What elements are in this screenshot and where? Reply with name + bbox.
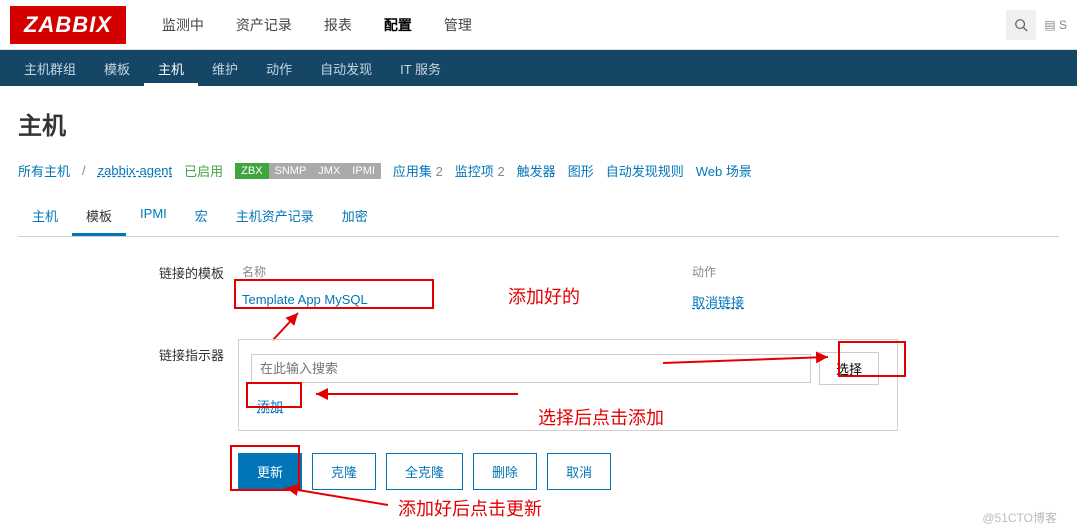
linked-templates-content: 名称 动作 Template App MySQL 取消链接 添加好的	[238, 257, 1059, 317]
share-icon[interactable]: ▤ S	[1044, 18, 1067, 32]
full-clone-button[interactable]: 全克隆	[386, 453, 463, 490]
breadcrumb: 所有主机 / zabbix-agent 已启用 ZBXSNMPJMXIPMI 应…	[18, 161, 1059, 180]
bc-graphs[interactable]: 图形	[568, 161, 594, 180]
linked-templates-table: 名称 动作 Template App MySQL 取消链接	[238, 257, 798, 317]
bc-discovery-rules[interactable]: 自动发现规则	[606, 161, 684, 180]
bc-all-hosts[interactable]: 所有主机	[18, 161, 70, 180]
subnav-actions[interactable]: 动作	[252, 51, 306, 86]
zabbix-logo[interactable]: ZABBIX	[10, 6, 126, 44]
bc-apps-count: 2	[436, 164, 443, 179]
nav-configuration[interactable]: 配置	[368, 1, 428, 49]
link-indicator-label: 链接指示器	[118, 339, 238, 364]
main-nav: 监测中 资产记录 报表 配置 管理	[146, 1, 488, 49]
tab-encryption[interactable]: 加密	[328, 198, 382, 236]
linked-table-header: 名称 动作	[238, 257, 798, 286]
search-icon[interactable]	[1006, 10, 1036, 40]
bc-items[interactable]: 监控项 2	[455, 161, 505, 180]
select-button[interactable]: 选择	[819, 352, 879, 385]
row-linked-templates: 链接的模板 名称 动作 Template App MySQL 取消链接 添加好的	[118, 257, 1059, 317]
unlink-link[interactable]: 取消链接	[692, 295, 744, 310]
top-bar: ZABBIX 监测中 资产记录 报表 配置 管理 ▤ S	[0, 0, 1077, 50]
indicator-box: 选择 添加	[238, 339, 898, 431]
template-link[interactable]: Template App MySQL	[242, 292, 368, 307]
tab-templates[interactable]: 模板	[72, 198, 126, 236]
sub-nav: 主机群组 模板 主机 维护 动作 自动发现 IT 服务	[0, 50, 1077, 86]
header-name: 名称	[242, 263, 692, 280]
action-buttons: 更新 克隆 全克隆 删除 取消	[238, 453, 1059, 490]
nav-administration[interactable]: 管理	[428, 1, 488, 49]
tag-zbx: ZBX	[235, 163, 268, 179]
delete-button[interactable]: 删除	[473, 453, 537, 490]
subnav-host-groups[interactable]: 主机群组	[10, 51, 90, 86]
availability-tags: ZBXSNMPJMXIPMI	[235, 162, 381, 179]
nav-inventory[interactable]: 资产记录	[220, 1, 308, 49]
bc-triggers[interactable]: 触发器	[517, 161, 556, 180]
bc-web-scenarios[interactable]: Web 场景	[696, 161, 752, 180]
template-search-input[interactable]	[251, 354, 811, 383]
tag-snmp: SNMP	[269, 163, 313, 179]
subnav-hosts[interactable]: 主机	[144, 51, 198, 86]
subnav-templates[interactable]: 模板	[90, 51, 144, 86]
form-area: 链接的模板 名称 动作 Template App MySQL 取消链接 添加好的	[118, 257, 1059, 490]
linked-table-row: Template App MySQL 取消链接	[238, 286, 798, 317]
host-status: 已启用	[184, 161, 223, 180]
subnav-it-services[interactable]: IT 服务	[386, 51, 455, 86]
bc-apps-label: 应用集	[393, 164, 432, 179]
page-body: 主机 所有主机 / zabbix-agent 已启用 ZBXSNMPJMXIPM…	[0, 86, 1077, 500]
tag-ipmi: IPMI	[346, 163, 381, 179]
tab-host[interactable]: 主机	[18, 198, 72, 236]
row-link-indicator: 链接指示器 选择 添加 选择后点击添加	[118, 339, 1059, 431]
tab-macros[interactable]: 宏	[181, 198, 222, 236]
tab-ipmi[interactable]: IPMI	[126, 198, 181, 236]
bc-items-label: 监控项	[455, 164, 494, 179]
nav-reports[interactable]: 报表	[308, 1, 368, 49]
tabs: 主机 模板 IPMI 宏 主机资产记录 加密	[18, 198, 1059, 237]
update-button[interactable]: 更新	[238, 453, 302, 490]
page-title: 主机	[18, 106, 1059, 141]
tag-jmx: JMX	[312, 163, 346, 179]
nav-monitoring[interactable]: 监测中	[146, 1, 220, 49]
annotation-update: 添加好后点击更新	[398, 495, 542, 521]
tab-host-inventory[interactable]: 主机资产记录	[222, 198, 328, 236]
clone-button[interactable]: 克隆	[312, 453, 376, 490]
subnav-discovery[interactable]: 自动发现	[306, 51, 386, 86]
bc-separator: /	[82, 163, 86, 178]
bc-items-count: 2	[497, 164, 504, 179]
link-indicator-content: 选择 添加 选择后点击添加	[238, 339, 1059, 431]
header-action: 动作	[692, 263, 716, 280]
cancel-button[interactable]: 取消	[547, 453, 611, 490]
subnav-maintenance[interactable]: 维护	[198, 51, 252, 86]
share-label: S	[1059, 18, 1067, 32]
watermark: @51CTO博客	[982, 509, 1057, 526]
bc-applications[interactable]: 应用集 2	[393, 161, 443, 180]
top-right: ▤ S	[1006, 10, 1067, 40]
bc-host-name[interactable]: zabbix-agent	[98, 163, 172, 178]
add-link[interactable]: 添加	[251, 393, 289, 418]
linked-templates-label: 链接的模板	[118, 257, 238, 282]
